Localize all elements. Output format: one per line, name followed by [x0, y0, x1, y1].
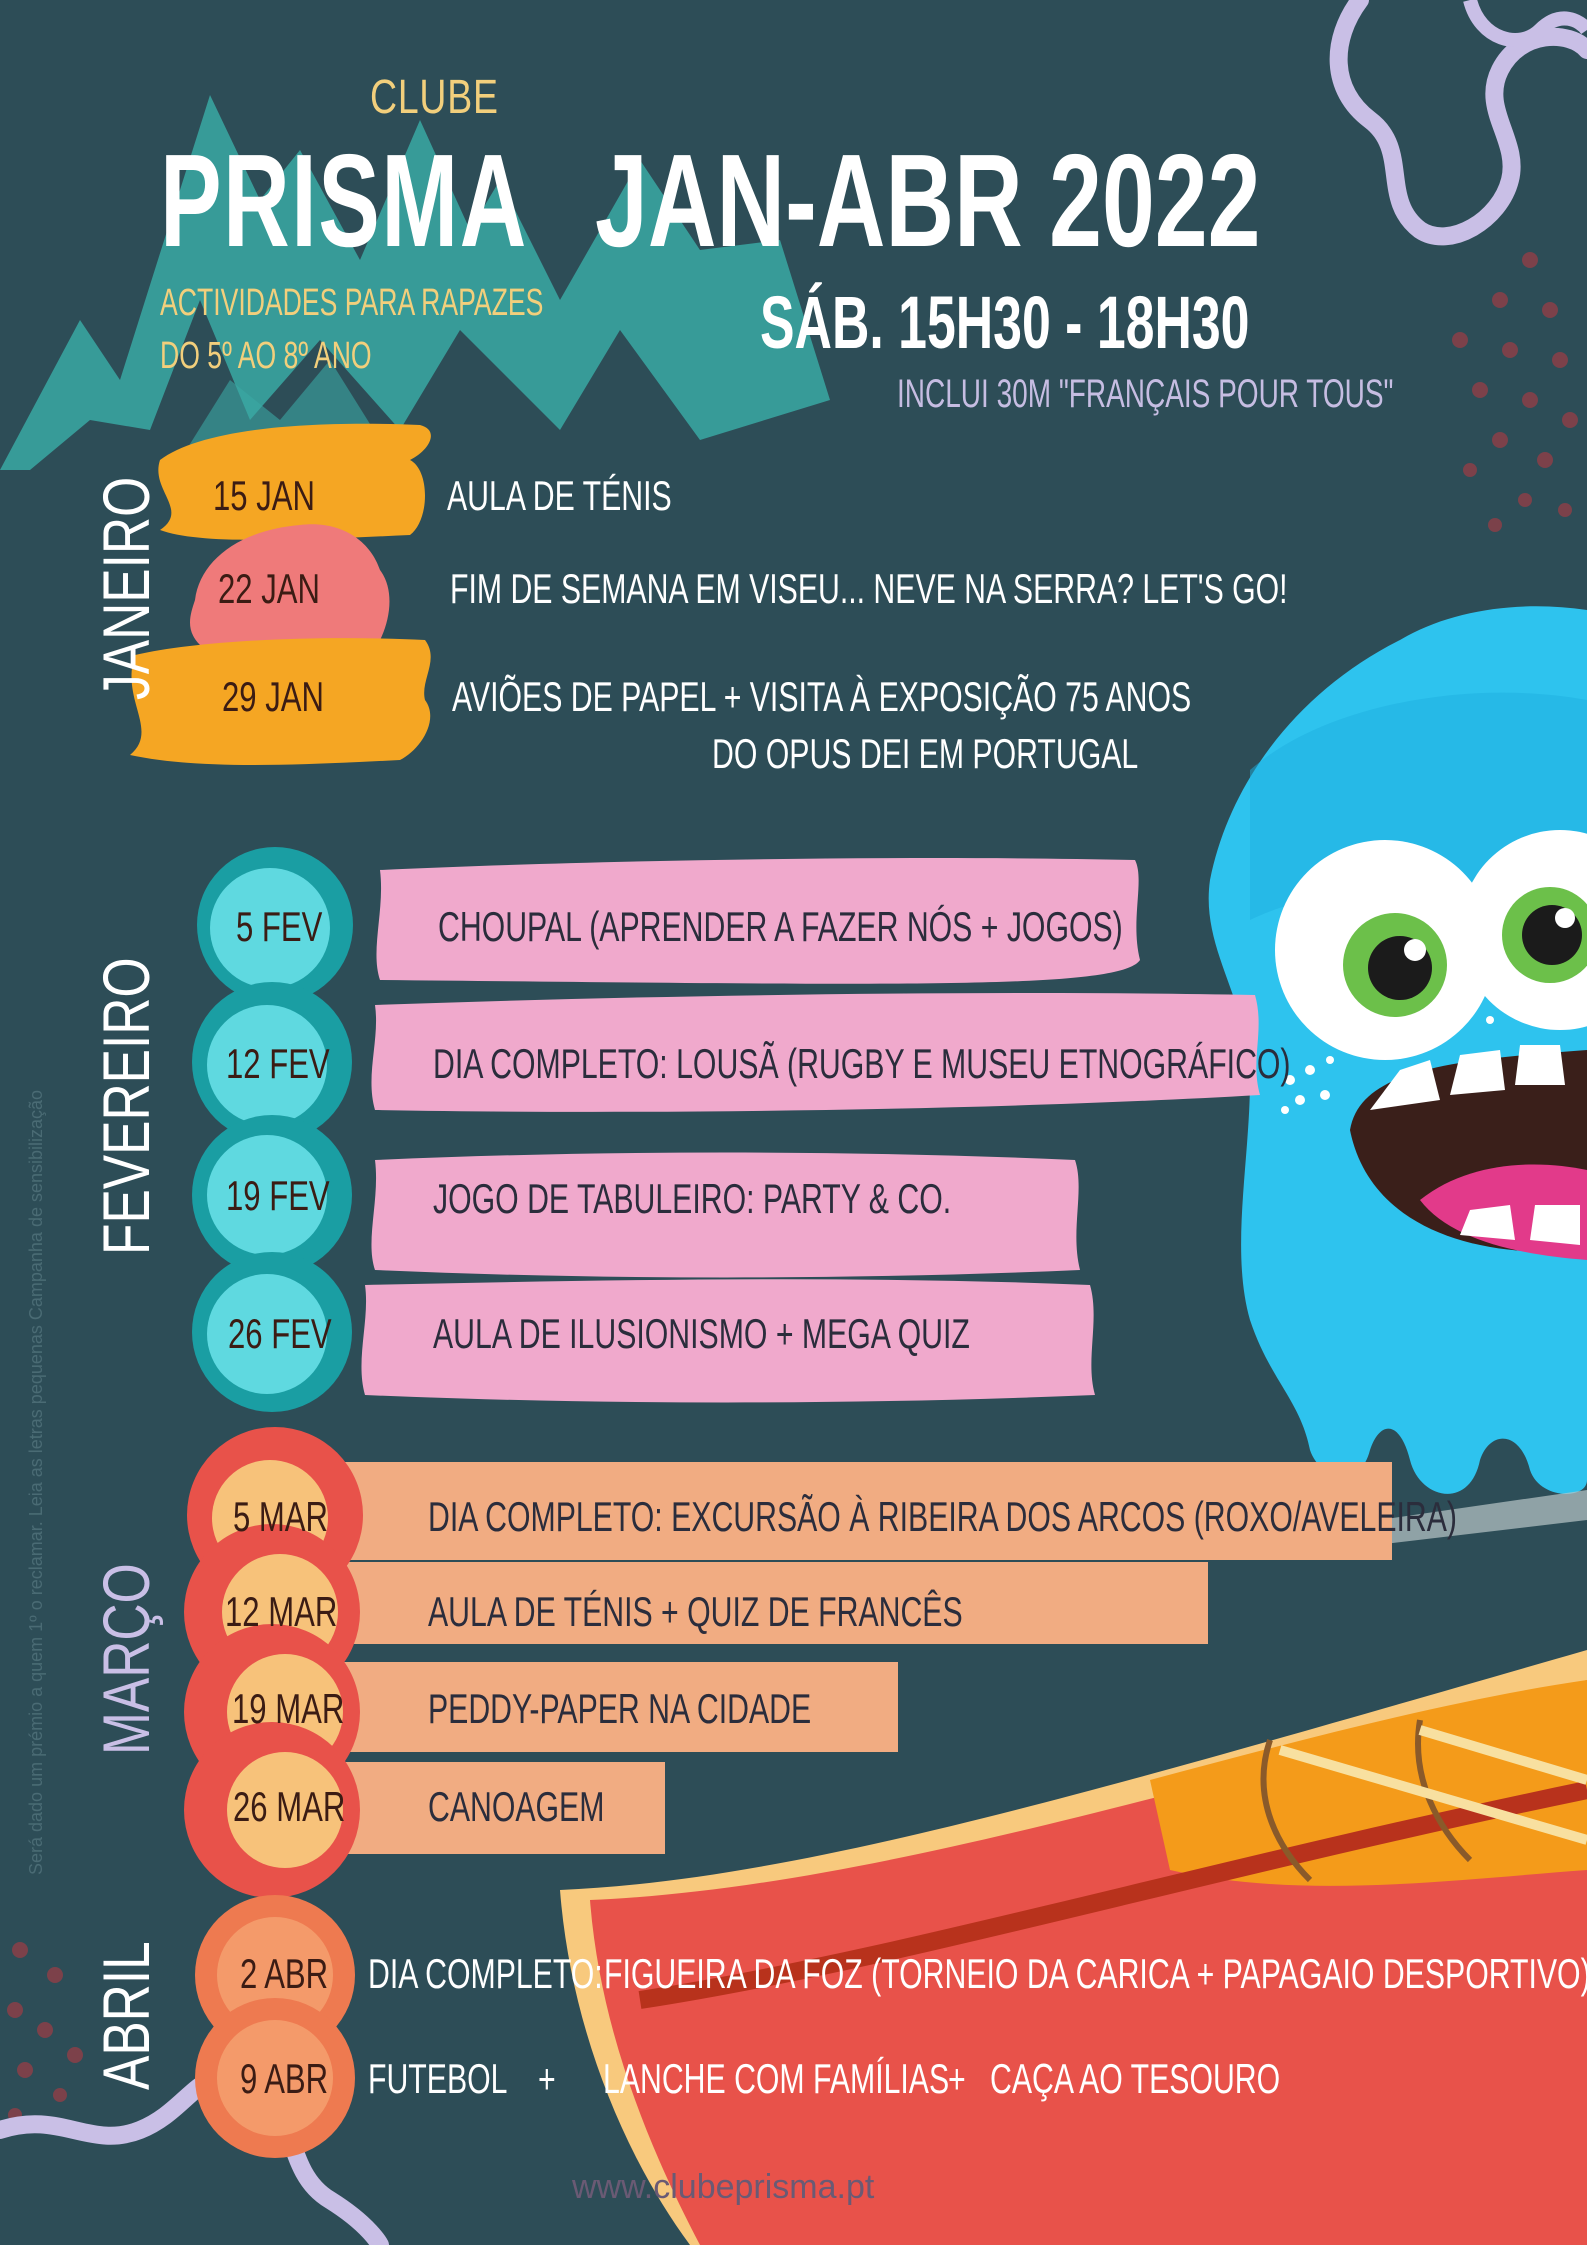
month-abril: ABRIL	[89, 1941, 163, 2090]
mar-activity-2: AULA DE TÉNIS + QUIZ DE FRANCÊS	[428, 1588, 963, 1635]
month-marco: MARÇO	[89, 1563, 163, 1755]
mar-activity-1: DIA COMPLETO: EXCURSÃO À RIBEIRA DOS ARC…	[428, 1493, 1457, 1540]
fev-date-1: 5 FEV	[236, 903, 323, 950]
french-note: INCLUI 30M "FRANÇAIS POUR TOUS"	[897, 372, 1394, 416]
footer-website-link[interactable]: www.clubeprisma.pt	[572, 2168, 874, 2207]
jan-activity-3: AVIÕES DE PAPEL + VISITA À EXPOSIÇÃO 75 …	[452, 673, 1192, 720]
fev-activity-4: AULA DE ILUSIONISMO + MEGA QUIZ	[433, 1310, 970, 1357]
abr-activity-2-part-1: FUTEBOL	[368, 2055, 508, 2102]
subtitle-line-2: DO 5º AO 8º ANO	[160, 335, 372, 377]
side-note: Será dado um prémio a quem 1º o reclamar…	[26, 1089, 46, 1875]
period-title: JAN-ABR 2022	[595, 127, 1261, 274]
subtitle-line-1: ACTIVIDADES PARA RAPAZES	[160, 282, 544, 324]
jan-date-3: 29 JAN	[222, 673, 324, 720]
jan-date-1: 15 JAN	[213, 472, 315, 519]
mar-date-3: 19 MAR	[232, 1685, 345, 1732]
fev-activity-1: CHOUPAL (APRENDER A FAZER NÓS + JOGOS)	[438, 903, 1123, 950]
mar-activity-4: CANOAGEM	[428, 1783, 605, 1830]
abr-plus-2: +	[948, 2055, 966, 2102]
dots-decoration	[1452, 252, 1578, 532]
squiggle-decoration	[1329, 0, 1587, 246]
jan-activity-2: FIM DE SEMANA EM VISEU... NEVE NA SERRA?…	[450, 565, 1288, 612]
fev-date-4: 26 FEV	[228, 1310, 332, 1357]
fev-date-2: 12 FEV	[226, 1040, 330, 1087]
mar-date-2: 12 MAR	[225, 1588, 338, 1635]
mar-date-1: 5 MAR	[233, 1493, 328, 1540]
abr-date-2: 9 ABR	[240, 2055, 329, 2102]
abr-activity-1: FIGUEIRA DA FOZ (TORNEIO DA CARICA + PAP…	[604, 1950, 1587, 1997]
abr-activity-2-part-2: LANCHE COM FAMÍLIAS	[603, 2055, 950, 2102]
abr-label-1: DIA COMPLETO:	[368, 1950, 603, 1997]
abr-activity-2-part-3: CAÇA AO TESOURO	[990, 2055, 1281, 2102]
abr-plus-1: +	[538, 2055, 556, 2102]
clube-label: CLUBE	[370, 71, 499, 124]
fev-activity-2: DIA COMPLETO: LOUSÃ (RUGBY E MUSEU ETNOG…	[433, 1040, 1291, 1087]
fev-activity-3: JOGO DE TABULEIRO: PARTY & CO.	[433, 1175, 952, 1222]
month-fevereiro: FEVEREIRO	[89, 957, 163, 1255]
prisma-title: PRISMA	[160, 127, 528, 274]
schedule-time: SÁB. 15H30 - 18H30	[760, 281, 1250, 364]
dots-decoration-2	[7, 1942, 83, 2122]
jan-activity-1: AULA DE TÉNIS	[447, 472, 672, 519]
month-janeiro: JANEIRO	[89, 476, 163, 700]
mar-date-4: 26 MAR	[233, 1783, 346, 1830]
jan-activity-3-line-2: DO OPUS DEI EM PORTUGAL	[712, 730, 1139, 777]
fev-date-3: 19 FEV	[226, 1172, 330, 1219]
mar-activity-3: PEDDY-PAPER NA CIDADE	[428, 1685, 812, 1732]
abr-date-1: 2 ABR	[240, 1950, 329, 1997]
jan-date-2: 22 JAN	[218, 565, 320, 612]
